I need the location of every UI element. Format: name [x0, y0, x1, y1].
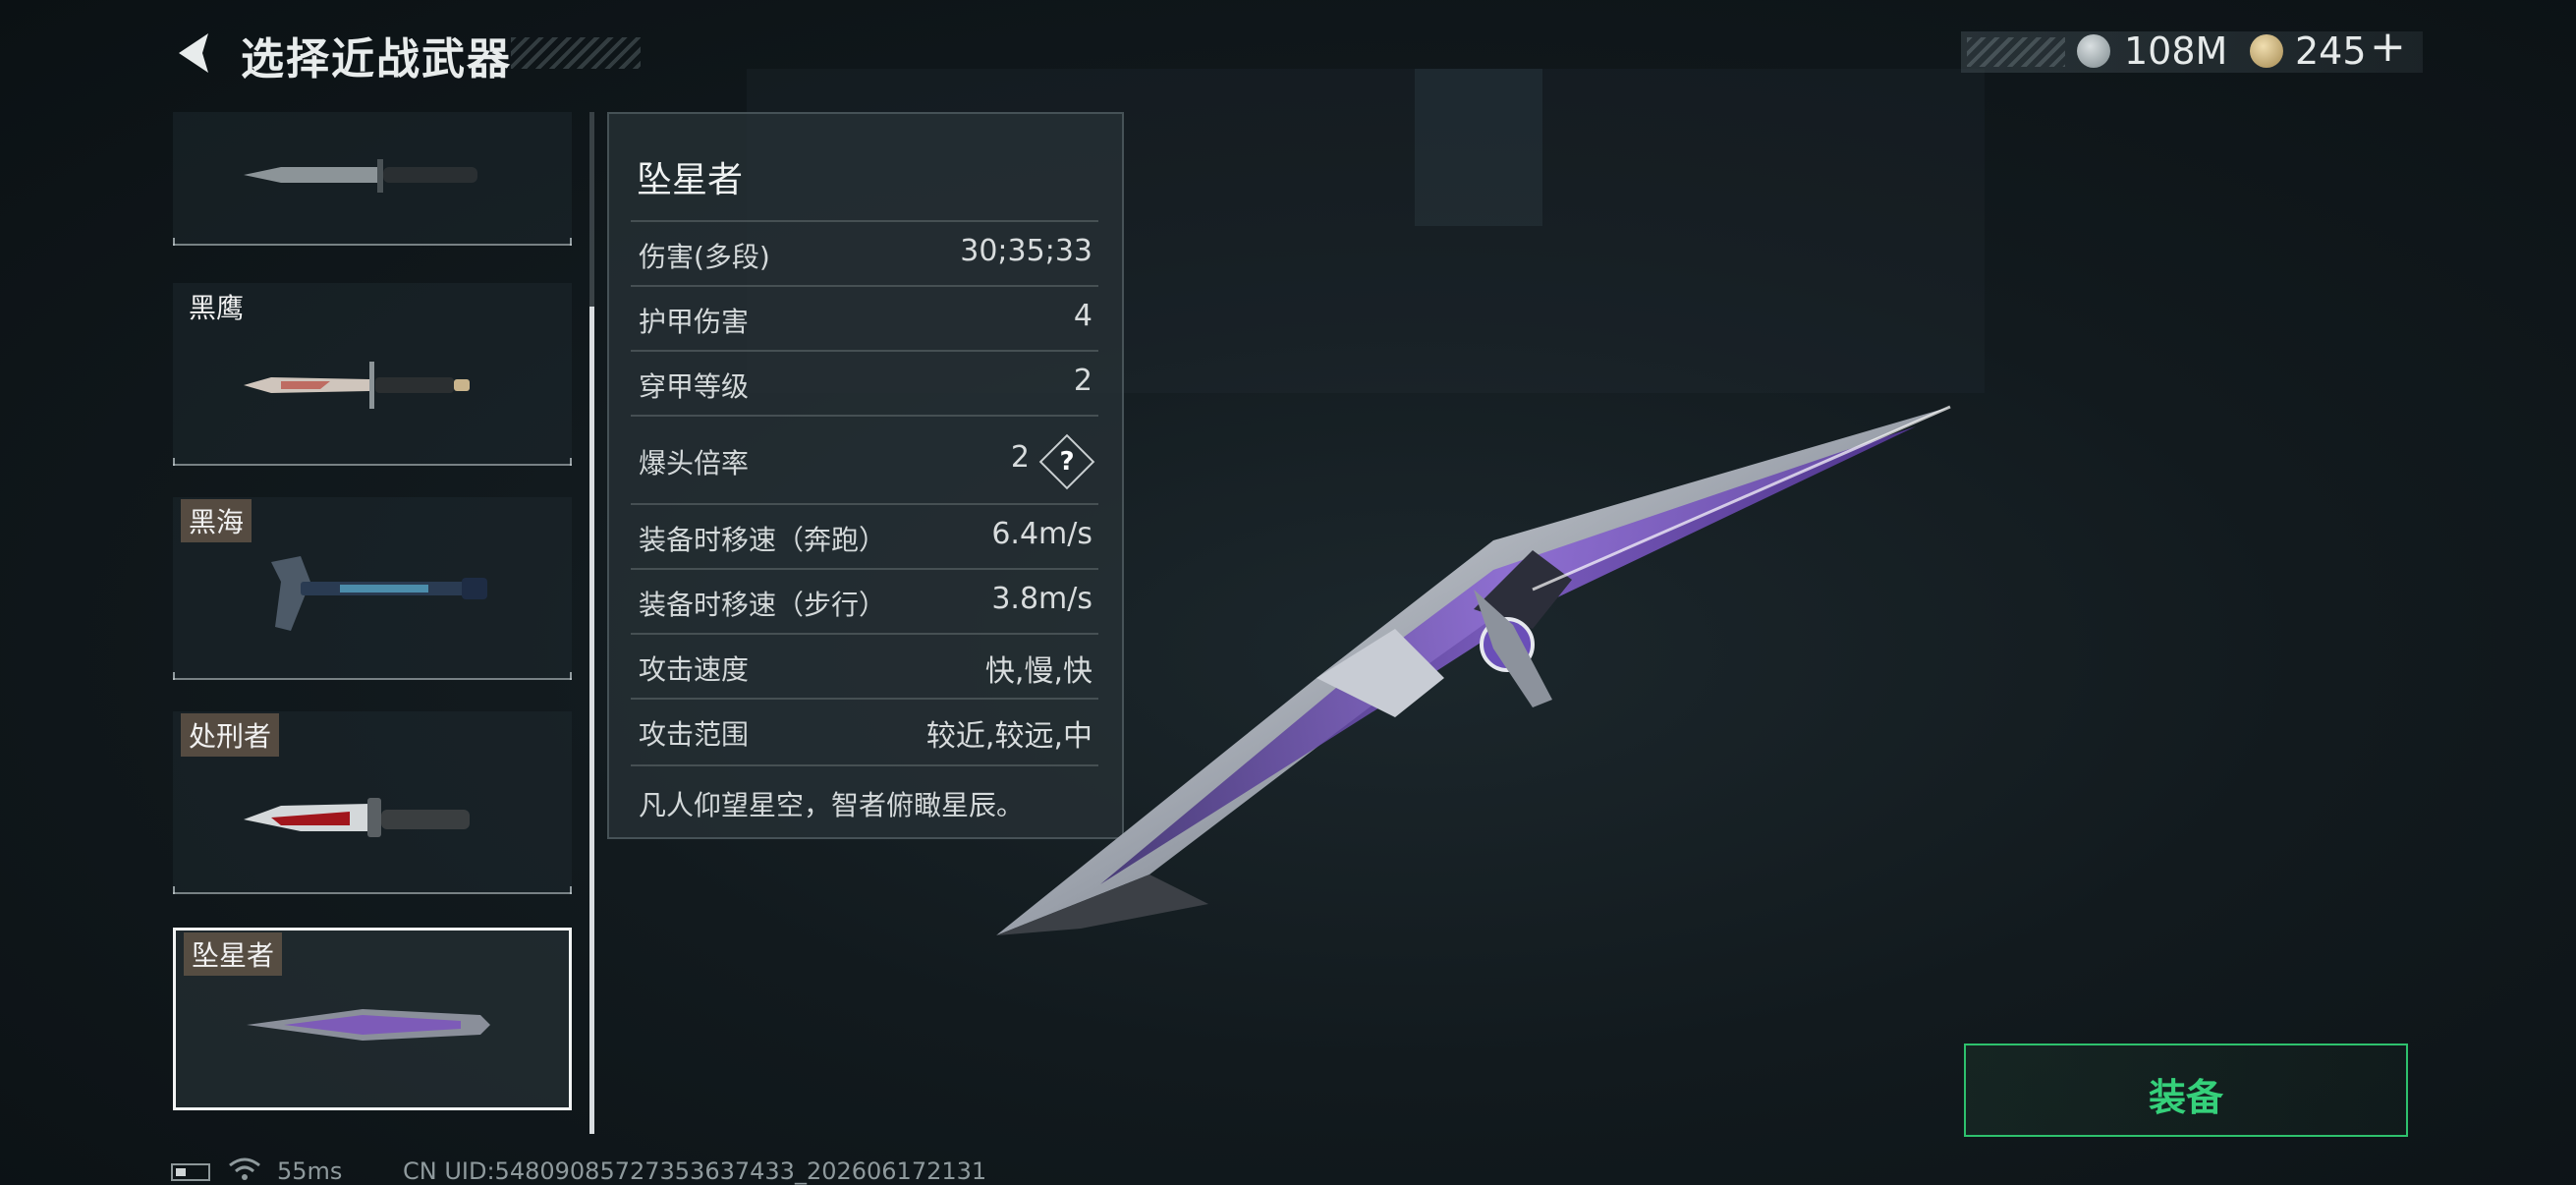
stat-label: 装备时移速（步行） — [639, 589, 887, 621]
weapon-card-heiying[interactable]: 黑鹰 — [173, 283, 572, 466]
stat-row-damage: 伤害(多段) 30;35;33 — [631, 220, 1098, 287]
zhuixingzhe-blade-render — [996, 405, 1951, 935]
back-arrow-icon[interactable] — [169, 29, 216, 77]
stat-value: 30;35;33 — [960, 234, 1092, 268]
add-currency-button[interactable]: + — [2370, 22, 2406, 72]
stat-value: 4 — [1073, 299, 1092, 333]
stat-label: 穿甲等级 — [639, 370, 750, 403]
heiying-knife-icon — [244, 362, 470, 409]
scrollbar-thumb[interactable] — [589, 307, 594, 1134]
user-uid: CN UID:54809085727353637433_202606172131 — [403, 1157, 987, 1185]
wifi-icon — [229, 1157, 260, 1180]
weapon-name: 处刑者 — [181, 713, 280, 757]
weapon-name: 坠星者 — [184, 932, 283, 976]
equip-button[interactable]: 装备 — [1964, 1044, 2408, 1137]
chuxingzhe-knife-icon — [244, 798, 470, 837]
title-decoration — [511, 37, 641, 69]
coin-icon — [2077, 34, 2110, 68]
token-icon — [2250, 34, 2283, 68]
stat-row-armor-damage: 护甲伤害 4 — [631, 285, 1098, 352]
weapon-list[interactable]: 黑鹰 黑海 处刑者 坠星者 — [173, 112, 572, 1129]
coins-value: 108M — [2124, 29, 2228, 73]
scrollbar-track — [589, 112, 594, 307]
stat-label: 攻击速度 — [639, 653, 750, 686]
battery-icon — [171, 1163, 210, 1181]
tokens-value: 245 — [2295, 29, 2367, 73]
zhuixingzhe-blade-icon — [247, 1009, 490, 1041]
weapon-name: 黑鹰 — [189, 292, 245, 324]
combat-knife-icon — [244, 159, 477, 193]
weapon-name: 黑海 — [181, 499, 252, 542]
stat-label: 护甲伤害 — [639, 306, 750, 338]
stat-label: 装备时移速（奔跑） — [639, 524, 887, 556]
weapon-card-combat-knife[interactable] — [173, 112, 572, 246]
weapon-card-heihai[interactable]: 黑海 — [173, 497, 572, 680]
stat-label: 伤害(多段) — [639, 241, 770, 273]
stat-label: 攻击范围 — [639, 718, 750, 751]
weapon-card-chuxingzhe[interactable]: 处刑者 — [173, 711, 572, 894]
ping-value: 55ms — [277, 1157, 343, 1185]
stat-label: 爆头倍率 — [639, 447, 750, 480]
weapon-title: 坠星者 — [637, 160, 744, 200]
weapon-description: 凡人仰望星空，智者俯瞰星辰。 — [639, 789, 1025, 821]
heihai-axe-icon — [271, 556, 487, 631]
weapon-card-zhuixingzhe[interactable]: 坠星者 — [173, 928, 572, 1110]
page-title: 选择近战武器 — [241, 34, 512, 85]
